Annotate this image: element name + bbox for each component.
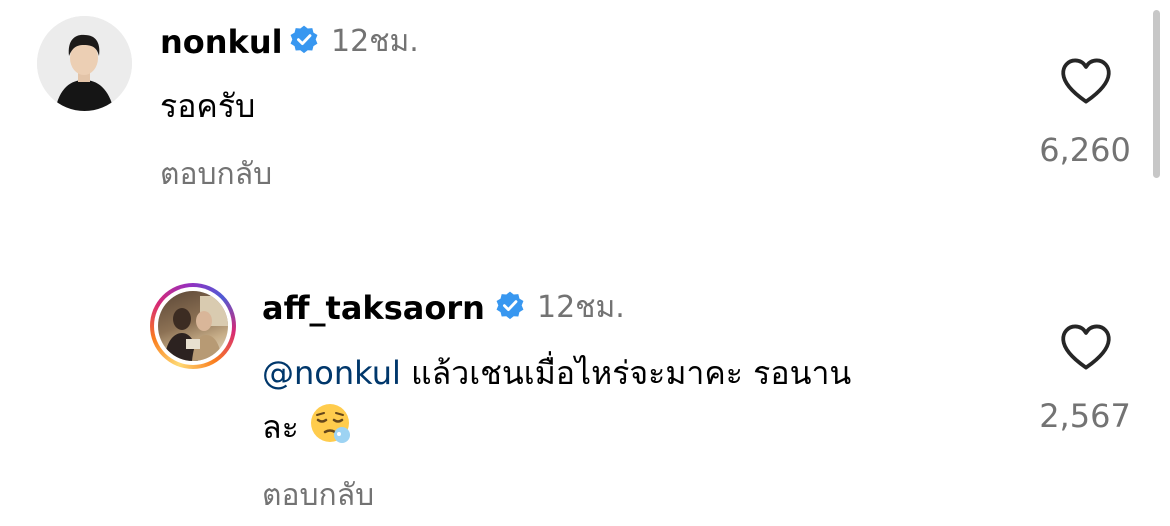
verified-badge-icon xyxy=(290,25,318,54)
comment-timestamp: 12ชม. xyxy=(537,290,625,325)
reply-button[interactable]: ตอบกลับ xyxy=(160,155,272,195)
comment-username[interactable]: aff_taksaorn xyxy=(262,288,485,328)
verified-badge-icon xyxy=(496,291,524,320)
comment-text-line: @nonkul แล้วเชนเมื่อไหร่จะมาคะ รอนาน xyxy=(262,350,851,396)
comment-timestamp: 12ชม. xyxy=(331,24,419,59)
comment-text-line: ละ xyxy=(262,402,353,450)
avatar-nonkul[interactable] xyxy=(37,16,132,111)
mention-link[interactable]: @nonkul xyxy=(262,354,401,392)
scrollbar[interactable] xyxy=(1153,10,1160,178)
like-count: 2,567 xyxy=(1039,397,1131,435)
avatar-aff-taksaorn[interactable] xyxy=(150,283,236,369)
comment-text: แล้วเชนเมื่อไหร่จะมาคะ รอนาน xyxy=(400,354,852,392)
like-heart-icon[interactable] xyxy=(1060,57,1112,105)
comment-text: รอครับ xyxy=(160,87,256,125)
avatar-photo xyxy=(158,291,228,361)
comment-username[interactable]: nonkul xyxy=(160,22,283,62)
reply-button[interactable]: ตอบกลับ xyxy=(262,476,374,516)
like-count: 6,260 xyxy=(1039,131,1131,169)
comment-text: ละ xyxy=(262,408,299,446)
like-heart-icon[interactable] xyxy=(1060,323,1112,371)
avatar-photo xyxy=(37,16,132,111)
sleepy-face-emoji-icon xyxy=(310,404,350,443)
